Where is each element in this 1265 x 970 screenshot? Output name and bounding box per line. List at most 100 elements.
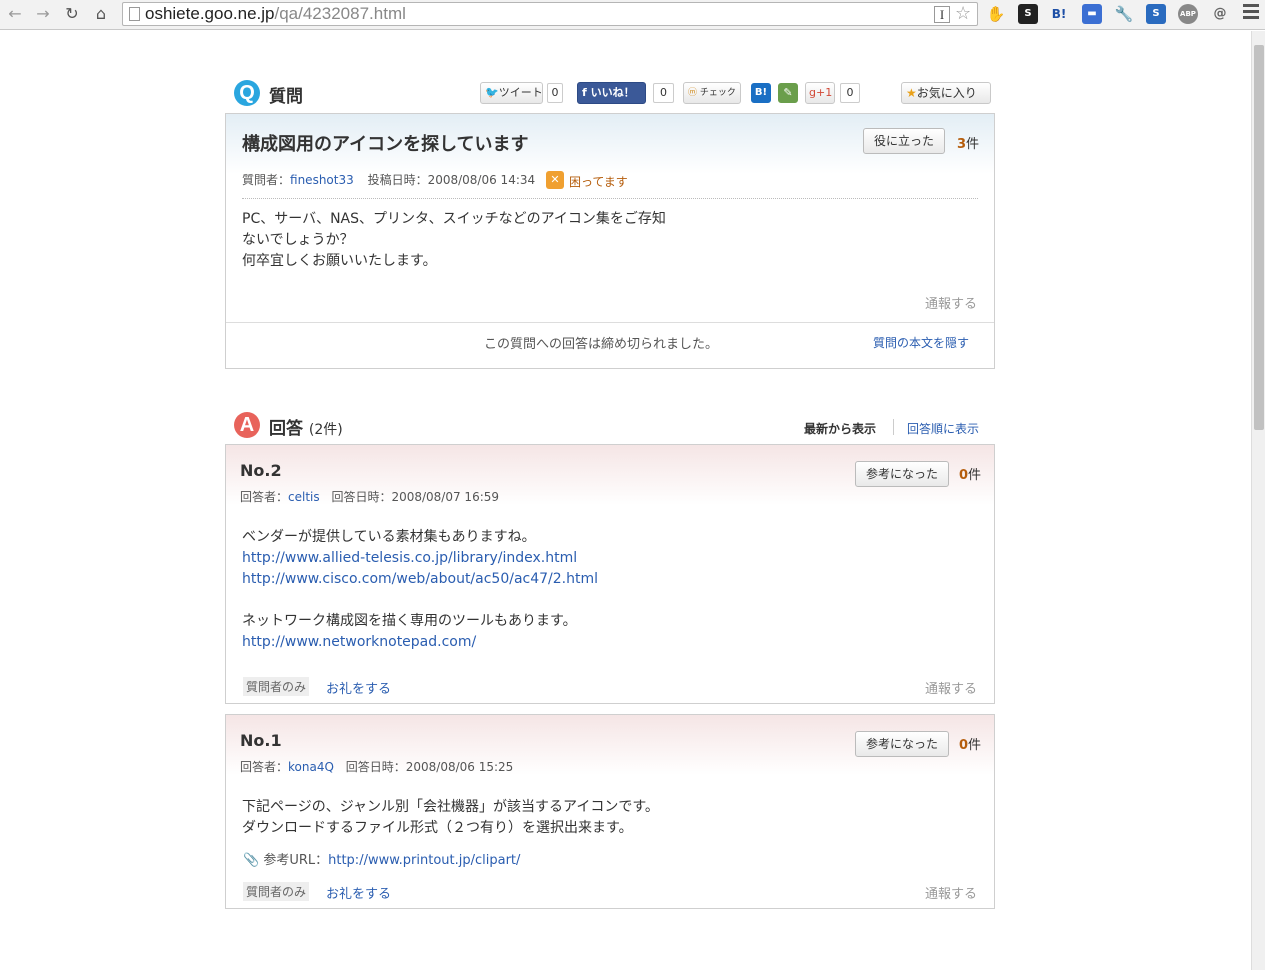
closed-notice: この質問への回答は締め切られました。 bbox=[484, 337, 719, 352]
mail-extension-icon[interactable]: @ bbox=[1210, 4, 1230, 24]
answers-title: 回答 bbox=[269, 419, 303, 439]
useful-count-unit: 件 bbox=[968, 468, 982, 483]
mixi-icon: ⓜ bbox=[688, 88, 700, 98]
answer-body-line: ベンダーが提供している素材集もありますね。 bbox=[242, 529, 536, 545]
thanks-link[interactable]: お礼をする bbox=[326, 678, 391, 697]
hatena-bookmark-button[interactable]: B! bbox=[751, 83, 771, 103]
answers-section-title: 回答 (2件) bbox=[269, 414, 343, 439]
answer-link[interactable]: http://www.networknotepad.com/ bbox=[242, 632, 598, 653]
home-icon[interactable]: ⌂ bbox=[90, 3, 112, 25]
page-icon bbox=[129, 7, 140, 21]
star-icon: ★ bbox=[906, 86, 917, 100]
like-button[interactable]: f いいね！ bbox=[577, 82, 646, 104]
answer-body-line: 下記ページの、ジャンル別「会社機器」が該当するアイコンです。 bbox=[242, 799, 659, 815]
report-link[interactable]: 通報する bbox=[925, 678, 977, 697]
mixi-check-button[interactable]: ⓜ チェック bbox=[683, 82, 741, 104]
useful-count-number: 0 bbox=[959, 468, 969, 483]
twitter-icon: 🐦 bbox=[485, 86, 499, 99]
answerer-label: 回答者： bbox=[240, 490, 289, 504]
bookmark-star-icon[interactable]: ☆ bbox=[955, 3, 971, 24]
back-icon[interactable]: ← bbox=[4, 3, 26, 25]
sort-answer-order[interactable]: 回答順に表示 bbox=[907, 420, 979, 437]
s-extension-icon[interactable]: S bbox=[1018, 4, 1038, 24]
cursor-icon[interactable]: I bbox=[934, 6, 950, 23]
answer-link[interactable]: http://www.allied-telesis.co.jp/library/… bbox=[242, 548, 598, 569]
answer-link[interactable]: http://www.cisco.com/web/about/ac50/ac47… bbox=[242, 569, 598, 590]
gplus-icon: g bbox=[809, 86, 816, 99]
tweet-button[interactable]: 🐦ツイート bbox=[480, 82, 543, 104]
asker-only-tag: 質問者のみ bbox=[243, 882, 310, 901]
scroll-thumb[interactable] bbox=[1254, 45, 1264, 430]
helpful-button[interactable]: 役に立った bbox=[863, 128, 946, 154]
question-body-line: 何卒宜しくお願いいたします。 bbox=[242, 253, 437, 269]
answer-meta: 回答者：kona4Q 回答日時：2008/08/06 15:25 bbox=[240, 758, 513, 775]
answer-body-line: ネットワーク構成図を描く専用のツールもあります。 bbox=[242, 613, 577, 629]
url-text: oshiete.goo.ne.jp/qa/4232087.html bbox=[145, 4, 406, 24]
answerer-link[interactable]: celtis bbox=[288, 490, 320, 504]
trouble-icon: ✕ bbox=[546, 171, 564, 189]
helpful-count-unit: 件 bbox=[966, 137, 980, 152]
answer-body-line: ダウンロードするファイル形式（２つ有り）を選択出来ます。 bbox=[242, 820, 633, 836]
tweet-label: ツイート bbox=[498, 86, 543, 99]
report-link[interactable]: 通報する bbox=[925, 293, 977, 312]
browser-toolbar: ← → ↻ ⌂ oshiete.goo.ne.jp/qa/4232087.htm… bbox=[0, 0, 1265, 30]
chat-extension-icon[interactable]: ▬ bbox=[1082, 4, 1102, 24]
answered-datetime: 回答日時：2008/08/07 16:59 bbox=[331, 490, 500, 504]
useful-count: 0件 bbox=[959, 464, 981, 483]
sort-newest[interactable]: 最新から表示 bbox=[804, 420, 876, 437]
facebook-icon: f bbox=[582, 86, 591, 99]
gplus-count: 0 bbox=[840, 83, 860, 103]
favorite-label: お気に入り bbox=[916, 86, 977, 100]
reference-url-link[interactable]: http://www.printout.jp/clipart/ bbox=[328, 853, 520, 868]
useful-count: 0件 bbox=[959, 734, 981, 753]
helpful-count: 3件 bbox=[957, 133, 979, 152]
answer-card: No.1 参考になった 0件 回答者：kona4Q 回答日時：2008/08/0… bbox=[225, 714, 995, 909]
address-bar[interactable]: oshiete.goo.ne.jp/qa/4232087.html I ☆ bbox=[122, 2, 978, 26]
answered-datetime: 回答日時：2008/08/06 15:25 bbox=[345, 760, 514, 774]
useful-count-number: 0 bbox=[959, 738, 969, 753]
question-body: PC、サーバ、NAS、プリンタ、スイッチなどのアイコン集をご存知 ないでしょうか… bbox=[242, 209, 666, 272]
answer-body: ベンダーが提供している素材集もありますね。 http://www.allied-… bbox=[242, 527, 598, 653]
sync-extension-icon[interactable]: S bbox=[1146, 4, 1166, 24]
url-path: /qa/4232087.html bbox=[274, 4, 406, 23]
asker-link[interactable]: fineshot33 bbox=[290, 173, 354, 187]
forward-icon[interactable]: → bbox=[32, 3, 54, 25]
question-badge-icon: Q bbox=[234, 80, 260, 106]
adblock-extension-icon[interactable]: ABP bbox=[1178, 4, 1198, 24]
like-label: いいね！ bbox=[590, 86, 635, 99]
gplus-button[interactable]: g+1 bbox=[805, 82, 835, 104]
answers-count: (2件) bbox=[308, 422, 343, 438]
answer-card: No.2 参考になった 0件 回答者：celtis 回答日時：2008/08/0… bbox=[225, 444, 995, 704]
check-label: チェック bbox=[699, 88, 736, 98]
posted-datetime: 投稿日時：2008/08/06 14:34 bbox=[367, 173, 536, 187]
wrench-extension-icon[interactable]: 🔧 bbox=[1114, 4, 1134, 24]
answerer-link[interactable]: kona4Q bbox=[288, 760, 334, 774]
asker-only-tag: 質問者のみ bbox=[243, 677, 310, 696]
report-link[interactable]: 通報する bbox=[925, 883, 977, 902]
question-section-title: 質問 bbox=[269, 87, 303, 107]
evernote-icon[interactable]: ✎ bbox=[778, 83, 798, 103]
favorite-button[interactable]: ★お気に入り bbox=[901, 82, 991, 104]
meta-divider bbox=[242, 198, 978, 199]
useful-button[interactable]: 参考になった bbox=[855, 461, 950, 487]
thanks-link[interactable]: お礼をする bbox=[326, 883, 391, 902]
hatena-extension-icon[interactable]: B! bbox=[1049, 4, 1069, 24]
question-body-line: PC、サーバ、NAS、プリンタ、スイッチなどのアイコン集をご存知 bbox=[242, 211, 666, 227]
helpful-count-number: 3 bbox=[957, 137, 967, 152]
question-divider bbox=[226, 322, 994, 323]
reference-url-label: 参考URL： bbox=[263, 853, 329, 868]
question-body-line: ないでしょうか？ bbox=[242, 232, 354, 248]
tweet-count: 0 bbox=[547, 83, 563, 103]
answer-meta: 回答者：celtis 回答日時：2008/08/07 16:59 bbox=[240, 488, 499, 505]
reload-icon[interactable]: ↻ bbox=[61, 3, 83, 25]
reference-url: 📎 参考URL：http://www.printout.jp/clipart/ bbox=[243, 849, 520, 868]
scrollbar[interactable] bbox=[1251, 31, 1265, 970]
hand-extension-icon[interactable]: ✋ bbox=[986, 4, 1006, 24]
hide-body-link[interactable]: 質問の本文を隠す bbox=[873, 334, 969, 351]
menu-icon[interactable] bbox=[1243, 4, 1259, 22]
gplus-label: +1 bbox=[815, 86, 833, 99]
useful-count-unit: 件 bbox=[968, 738, 982, 753]
paperclip-icon: 📎 bbox=[243, 853, 260, 868]
useful-button[interactable]: 参考になった bbox=[855, 731, 950, 757]
status-label: 困ってます bbox=[569, 175, 628, 189]
